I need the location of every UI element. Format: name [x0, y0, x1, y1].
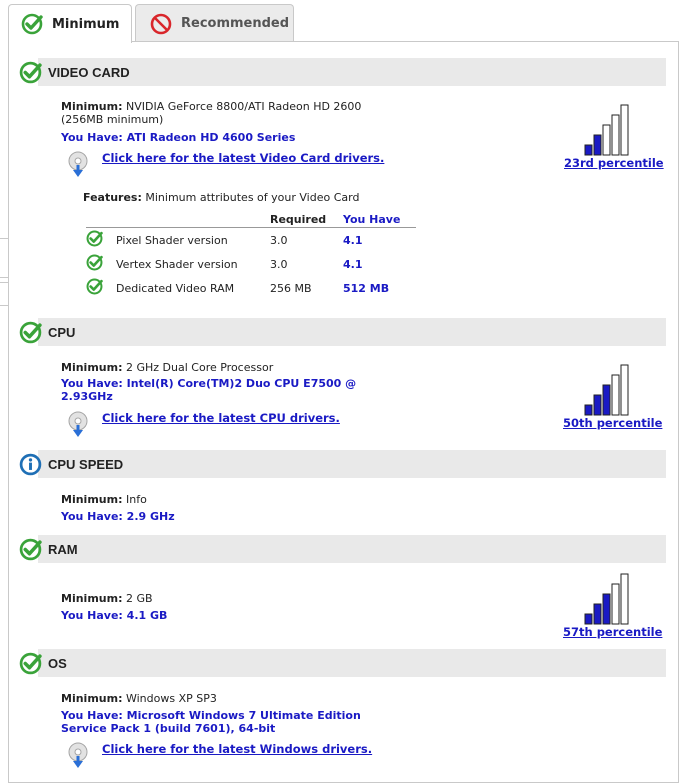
minimum-requirement: Minimum: NVIDIA GeForce 8800/ATI Radeon … [61, 100, 361, 113]
percentile-bar [584, 404, 593, 416]
minimum-label: Minimum: [61, 493, 123, 506]
check-circle-icon [19, 61, 42, 87]
features-table: Required You Have Pixel Shader version 3… [86, 212, 416, 300]
features-label: Features: [83, 191, 142, 204]
prohibited-icon [150, 13, 172, 35]
percentile-bar [611, 583, 620, 625]
check-circle-icon [19, 652, 42, 678]
percentile-bar [620, 364, 629, 416]
you-have-value: You Have: ATI Radeon HD 4600 Series [61, 131, 296, 144]
gutter-notch [0, 238, 8, 278]
minimum-label: Minimum: [61, 100, 123, 113]
ram-percentile-link[interactable]: 57th percentile [563, 625, 662, 639]
percentile-bar [611, 114, 620, 156]
percentile-bar [602, 384, 611, 416]
tab-label: Recommended [181, 16, 290, 31]
you-have-value-line2: 2.93GHz [61, 390, 113, 403]
feature-have: 512 MB [343, 281, 390, 295]
percentile-bar [620, 573, 629, 625]
tab-minimum[interactable]: Minimum [8, 4, 132, 43]
minimum-label: Minimum: [61, 592, 123, 605]
feature-name: Dedicated Video RAM [116, 281, 235, 295]
check-circle-icon [86, 230, 103, 247]
check-circle-icon [86, 254, 103, 271]
feature-required: 3.0 [270, 257, 288, 271]
table-row: Vertex Shader version 3.0 4.1 [86, 252, 416, 276]
percentile-bar [584, 613, 593, 625]
percentile-bar [611, 374, 620, 416]
percentile-bar [593, 603, 602, 625]
feature-required: 3.0 [270, 233, 288, 247]
gutter-notch [0, 282, 8, 306]
check-circle-icon [19, 538, 42, 564]
feature-have: 4.1 [343, 233, 363, 247]
section-header-video [38, 58, 666, 86]
you-have-value: You Have: 2.9 GHz [61, 510, 175, 523]
minimum-requirement: Minimum: Windows XP SP3 [61, 692, 217, 705]
driver-download: Click here for the latest CPU drivers. [67, 411, 340, 439]
minimum-value: Info [125, 493, 147, 506]
percentile-bar [602, 593, 611, 625]
driver-download: Click here for the latest Windows driver… [67, 742, 372, 770]
driver-download-icon[interactable] [67, 742, 91, 770]
you-have-value: You Have: Microsoft Windows 7 Ultimate E… [61, 709, 361, 722]
driver-download-icon[interactable] [67, 151, 91, 179]
feature-have: 4.1 [343, 257, 363, 271]
section-header-os [38, 649, 666, 677]
minimum-label: Minimum: [61, 361, 123, 374]
percentile-bar [620, 104, 629, 156]
minimum-value: 2 GHz Dual Core Processor [125, 361, 274, 374]
section-title-os: OS [48, 656, 67, 671]
percentile-bar [593, 394, 602, 416]
features-description: Minimum attributes of your Video Card [145, 191, 360, 204]
section-header-cpu [38, 318, 666, 346]
os-driver-link[interactable]: Click here for the latest Windows driver… [102, 742, 372, 756]
you-have-value-line2: Service Pack 1 (build 7601), 64-bit [61, 722, 276, 735]
feature-required: 256 MB [270, 281, 312, 295]
table-header-row: Required You Have [86, 212, 416, 228]
section-title-cpu: CPU [48, 325, 76, 340]
driver-download-icon[interactable] [67, 411, 91, 439]
minimum-label: Minimum: [61, 692, 123, 705]
check-circle-icon [86, 278, 103, 295]
column-required: Required [270, 212, 343, 228]
percentile-bars [584, 364, 629, 416]
you-have-value: You Have: Intel(R) Core(TM)2 Duo CPU E75… [61, 377, 357, 390]
minimum-value: 2 GB [125, 592, 153, 605]
section-title-cpu-speed: CPU SPEED [48, 457, 124, 472]
feature-name: Vertex Shader version [116, 257, 238, 271]
you-have-value: You Have: 4.1 GB [61, 609, 168, 622]
video-driver-link[interactable]: Click here for the latest Video Card dri… [102, 151, 384, 165]
section-header-cpu-speed [38, 450, 666, 478]
check-circle-icon [19, 321, 42, 347]
driver-download: Click here for the latest Video Card dri… [67, 151, 384, 179]
cpu-driver-link[interactable]: Click here for the latest CPU drivers. [102, 411, 340, 425]
minimum-requirement: Minimum: 2 GHz Dual Core Processor [61, 361, 273, 374]
tab-recommended[interactable]: Recommended [135, 4, 294, 42]
percentile-bars [584, 104, 629, 156]
feature-name: Pixel Shader version [116, 233, 228, 247]
table-row: Pixel Shader version 3.0 4.1 [86, 228, 416, 253]
section-header-ram [38, 535, 666, 563]
tab-label: Minimum [52, 16, 120, 32]
minimum-value-line2: (256MB minimum) [61, 113, 164, 126]
features-caption: Features: Minimum attributes of your Vid… [83, 191, 359, 204]
percentile-bar [602, 124, 611, 156]
minimum-value: Windows XP SP3 [125, 692, 217, 705]
column-you-have: You Have [343, 212, 416, 228]
minimum-requirement: Minimum: Info [61, 493, 147, 506]
video-percentile-link[interactable]: 23rd percentile [564, 156, 664, 170]
cpu-percentile-link[interactable]: 50th percentile [563, 416, 662, 430]
percentile-bar [584, 144, 593, 156]
section-title-video: VIDEO CARD [48, 65, 130, 80]
check-circle-icon [21, 13, 43, 35]
section-title-ram: RAM [48, 542, 78, 557]
minimum-value: NVIDIA GeForce 8800/ATI Radeon HD 2600 [125, 100, 362, 113]
table-row: Dedicated Video RAM 256 MB 512 MB [86, 276, 416, 300]
info-icon [19, 453, 42, 479]
minimum-requirement: Minimum: 2 GB [61, 592, 153, 605]
percentile-bars [584, 573, 629, 625]
percentile-bar [593, 134, 602, 156]
